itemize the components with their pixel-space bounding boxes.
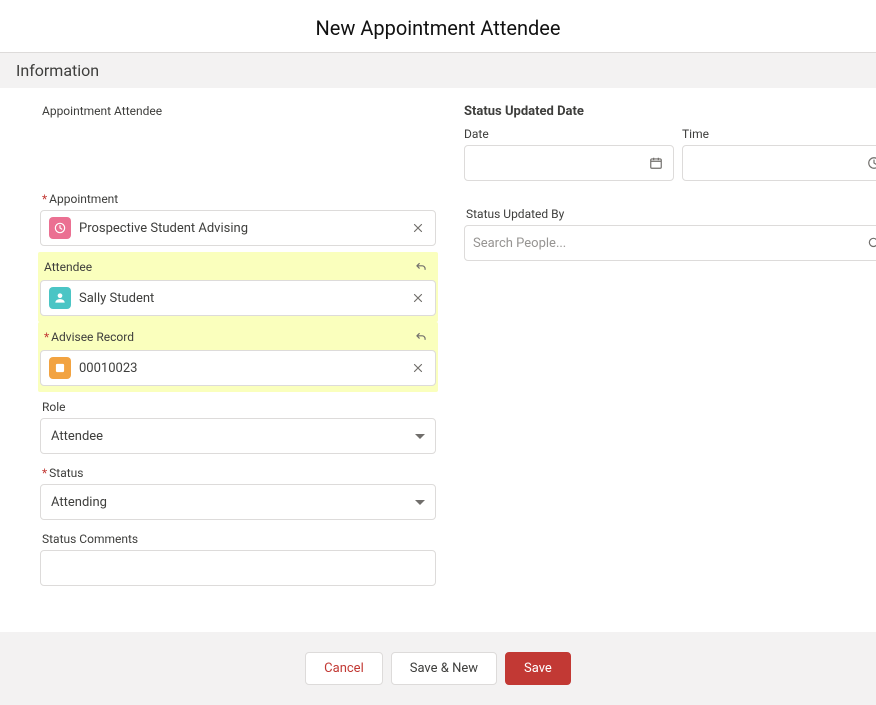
attendee-undo-button[interactable]	[412, 258, 430, 276]
role-select[interactable]: Attendee	[40, 418, 436, 454]
status-updated-by-lookup[interactable]	[464, 225, 876, 261]
calendar-icon	[647, 154, 665, 172]
clock-icon	[865, 154, 876, 172]
chevron-down-icon	[415, 434, 425, 439]
advisee-record-value: 00010023	[79, 361, 401, 376]
chevron-down-icon	[415, 500, 425, 505]
time-sublabel: Time	[682, 127, 876, 141]
date-sublabel: Date	[464, 127, 674, 141]
appointment-clear-button[interactable]	[409, 219, 427, 237]
contact-record-icon	[49, 287, 71, 309]
appointment-value: Prospective Student Advising	[79, 221, 401, 236]
save-and-new-button[interactable]: Save & New	[391, 652, 497, 685]
search-icon	[865, 234, 876, 252]
advisee-record-icon	[49, 357, 71, 379]
status-updated-date-label: Status Updated Date	[464, 104, 876, 119]
status-updated-by-input[interactable]	[473, 236, 857, 251]
attendee-value: Sally Student	[79, 291, 401, 306]
status-select[interactable]: Attending	[40, 484, 436, 520]
appointment-attendee-label: Appointment Attendee	[40, 104, 436, 118]
time-input[interactable]	[682, 145, 876, 181]
status-comments-label: Status Comments	[40, 532, 436, 546]
save-button[interactable]: Save	[505, 652, 571, 685]
section-header-information: Information	[0, 52, 876, 88]
cancel-button[interactable]: Cancel	[305, 652, 383, 685]
status-comments-input[interactable]	[40, 550, 436, 586]
appointment-lookup[interactable]: Prospective Student Advising	[40, 210, 436, 246]
role-label: Role	[40, 400, 436, 414]
advisee-record-clear-button[interactable]	[409, 359, 427, 377]
advisee-record-undo-button[interactable]	[412, 328, 430, 346]
attendee-clear-button[interactable]	[409, 289, 427, 307]
advisee-record-lookup[interactable]: 00010023	[40, 350, 436, 386]
status-value: Attending	[51, 495, 415, 510]
appointment-record-icon	[49, 217, 71, 239]
attendee-lookup[interactable]: Sally Student	[40, 280, 436, 316]
advisee-record-label: Advisee Record	[42, 330, 134, 344]
attendee-label: Attendee	[42, 260, 92, 274]
date-input[interactable]	[464, 145, 674, 181]
footer-bar: Cancel Save & New Save	[0, 632, 876, 705]
status-updated-by-label: Status Updated By	[464, 207, 876, 221]
role-value: Attendee	[51, 429, 415, 444]
status-label: Status	[40, 466, 436, 480]
appointment-label: Appointment	[40, 192, 436, 206]
page-title: New Appointment Attendee	[0, 0, 876, 52]
